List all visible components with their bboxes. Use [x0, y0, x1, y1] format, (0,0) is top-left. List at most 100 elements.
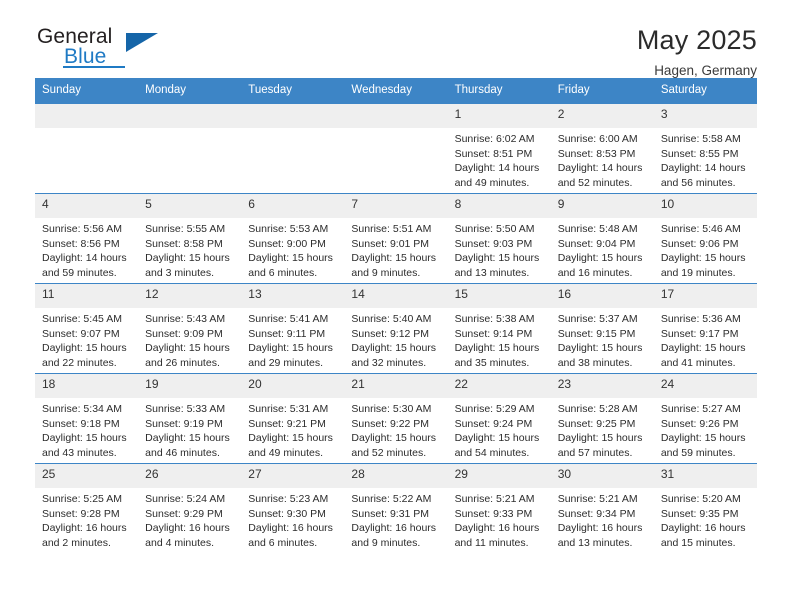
daylight-line-2: and 54 minutes.: [454, 446, 530, 459]
calendar-day-cell[interactable]: [35, 103, 139, 194]
calendar-day-cell[interactable]: [138, 103, 242, 194]
sunset-time: Sunset: 9:14 PM: [454, 327, 533, 340]
daylight-line-1: Daylight: 15 hours: [145, 432, 230, 445]
daylight-line-2: and 26 minutes.: [145, 356, 220, 369]
daylight-line-2: and 9 minutes.: [351, 536, 421, 549]
sunset-time: Sunset: 9:34 PM: [557, 507, 636, 520]
day-cell-content: 23 Sunrise: 5:28 AM Sunset: 9:25 PM Dayligh…: [550, 374, 654, 463]
calendar-day-cell[interactable]: 23 Sunrise: 5:28 AM Sunset: 9:25 PM Dayligh…: [550, 373, 654, 464]
sunset-time: Sunset: 9:29 PM: [145, 507, 223, 520]
day-details: Sunrise: 5:21 AM Sunset: 9:33 PM Daylight:…: [448, 488, 551, 550]
calendar-day-cell[interactable]: 27 Sunrise: 5:23 AM Sunset: 9:30 PM Dayligh…: [241, 463, 345, 553]
calendar-day-cell[interactable]: 18 Sunrise: 5:34 AM Sunset: 9:18 PM Dayligh…: [35, 373, 139, 464]
sunrise-time: Sunrise: 6:02 AM: [454, 133, 535, 145]
day-cell-content: 27 Sunrise: 5:23 AM Sunset: 9:30 PM Dayligh…: [241, 464, 345, 553]
calendar-day-cell[interactable]: 22 Sunrise: 5:29 AM Sunset: 9:24 PM Dayligh…: [447, 373, 551, 464]
calendar-day-cell[interactable]: 17 Sunrise: 5:36 AM Sunset: 9:17 PM Dayligh…: [653, 283, 757, 374]
day-details: Sunrise: 5:37 AM Sunset: 9:15 PM Daylight:…: [551, 308, 654, 370]
daylight-line-1: Daylight: 15 hours: [145, 252, 230, 265]
day-details: Sunrise: 5:53 AM Sunset: 9:00 PM Daylight:…: [241, 218, 344, 280]
day-number: 22: [447, 374, 551, 398]
calendar-day-cell[interactable]: 12 Sunrise: 5:43 AM Sunset: 9:09 PM Dayligh…: [138, 283, 242, 374]
calendar-day-cell[interactable]: 11 Sunrise: 5:45 AM Sunset: 9:07 PM Dayligh…: [35, 283, 139, 374]
page-title: May 2025: [636, 25, 757, 55]
sunrise-time: Sunrise: 5:41 AM: [248, 313, 329, 325]
calendar-day-cell[interactable]: 10 Sunrise: 5:46 AM Sunset: 9:06 PM Dayligh…: [653, 193, 757, 284]
calendar-day-cell[interactable]: 6 Sunrise: 5:53 AM Sunset: 9:00 PM Daylight…: [241, 193, 345, 284]
sunset-time: Sunset: 9:17 PM: [660, 327, 739, 340]
calendar-day-cell[interactable]: 4 Sunrise: 5:56 AM Sunset: 8:56 PM Daylight…: [35, 193, 139, 284]
sunrise-time: Sunrise: 5:29 AM: [454, 403, 535, 415]
daylight-line-1: Daylight: 14 hours: [454, 162, 540, 175]
calendar-day-cell[interactable]: 26 Sunrise: 5:24 AM Sunset: 9:29 PM Dayligh…: [138, 463, 242, 553]
calendar-day-cell[interactable]: 21 Sunrise: 5:30 AM Sunset: 9:22 PM Dayligh…: [344, 373, 448, 464]
calendar-day-cell[interactable]: [241, 103, 345, 194]
day-cell-content: 12 Sunrise: 5:43 AM Sunset: 9:09 PM Dayligh…: [138, 284, 242, 373]
weekday-header-thursday: Thursday: [447, 78, 551, 104]
calendar-day-cell[interactable]: 7 Sunrise: 5:51 AM Sunset: 9:01 PM Daylight…: [344, 193, 448, 284]
triangle-icon: [126, 33, 158, 52]
calendar-day-cell[interactable]: 24 Sunrise: 5:27 AM Sunset: 9:26 PM Dayligh…: [653, 373, 757, 464]
daylight-line-1: Daylight: 16 hours: [454, 522, 540, 535]
daylight-line-1: Daylight: 15 hours: [660, 252, 746, 265]
sunset-time: Sunset: 9:22 PM: [351, 417, 430, 430]
calendar-day-cell[interactable]: 14 Sunrise: 5:40 AM Sunset: 9:12 PM Dayligh…: [344, 283, 448, 374]
sunset-time: Sunset: 9:12 PM: [351, 327, 430, 340]
day-cell-content: 29 Sunrise: 5:21 AM Sunset: 9:33 PM Dayligh…: [447, 464, 551, 553]
daylight-line-1: Daylight: 15 hours: [557, 432, 643, 445]
calendar-day-cell[interactable]: 8 Sunrise: 5:50 AM Sunset: 9:03 PM Daylight…: [447, 193, 551, 284]
daylight-line-2: and 52 minutes.: [351, 446, 427, 459]
sunset-time: Sunset: 9:21 PM: [248, 417, 326, 430]
daylight-line-1: Daylight: 14 hours: [42, 252, 127, 265]
calendar-day-cell[interactable]: 16 Sunrise: 5:37 AM Sunset: 9:15 PM Dayligh…: [550, 283, 654, 374]
calendar-day-cell[interactable]: 1 Sunrise: 6:02 AM Sunset: 8:51 PM Daylight…: [447, 103, 551, 194]
daylight-line-1: Daylight: 16 hours: [145, 522, 230, 535]
daylight-line-2: and 38 minutes.: [557, 356, 633, 369]
calendar-day-cell[interactable]: 13 Sunrise: 5:41 AM Sunset: 9:11 PM Dayligh…: [241, 283, 345, 374]
day-number: 7: [344, 194, 448, 218]
sunset-time: Sunset: 9:00 PM: [248, 237, 326, 250]
daylight-line-1: Daylight: 16 hours: [351, 522, 437, 535]
calendar-day-cell[interactable]: 5 Sunrise: 5:55 AM Sunset: 8:58 PM Daylight…: [138, 193, 242, 284]
daylight-line-1: Daylight: 15 hours: [248, 252, 333, 265]
calendar-day-cell[interactable]: [344, 103, 448, 194]
calendar-day-cell[interactable]: 31 Sunrise: 5:20 AM Sunset: 9:35 PM Dayligh…: [653, 463, 757, 553]
calendar-day-cell[interactable]: 28 Sunrise: 5:22 AM Sunset: 9:31 PM Dayligh…: [344, 463, 448, 553]
sunrise-time: Sunrise: 5:58 AM: [660, 133, 741, 145]
day-number: 13: [241, 284, 345, 308]
day-cell-content: 8 Sunrise: 5:50 AM Sunset: 9:03 PM Daylight…: [447, 194, 551, 283]
daylight-line-1: Daylight: 15 hours: [557, 342, 643, 355]
calendar-day-cell[interactable]: 29 Sunrise: 5:21 AM Sunset: 9:33 PM Dayligh…: [447, 463, 551, 553]
calendar-day-cell[interactable]: 25 Sunrise: 5:25 AM Sunset: 9:28 PM Dayligh…: [35, 463, 139, 553]
sunrise-time: Sunrise: 5:21 AM: [557, 493, 638, 505]
daylight-line-2: and 57 minutes.: [557, 446, 633, 459]
daylight-line-2: and 46 minutes.: [145, 446, 220, 459]
day-number: 3: [653, 104, 757, 128]
daylight-line-2: and 6 minutes.: [248, 266, 318, 279]
day-details: Sunrise: 5:50 AM Sunset: 9:03 PM Daylight:…: [448, 218, 551, 280]
day-number: 20: [241, 374, 345, 398]
calendar-day-cell[interactable]: 19 Sunrise: 5:33 AM Sunset: 9:19 PM Dayligh…: [138, 373, 242, 464]
day-cell-content: 15 Sunrise: 5:38 AM Sunset: 9:14 PM Dayligh…: [447, 284, 551, 373]
day-number: 11: [35, 284, 139, 308]
brand-logo[interactable]: General Blue: [35, 26, 165, 74]
day-cell-content: 5 Sunrise: 5:55 AM Sunset: 8:58 PM Daylight…: [138, 194, 242, 283]
daylight-line-2: and 41 minutes.: [660, 356, 736, 369]
calendar-day-cell[interactable]: 30 Sunrise: 5:21 AM Sunset: 9:34 PM Dayligh…: [550, 463, 654, 553]
daylight-line-2: and 4 minutes.: [145, 536, 215, 549]
sunrise-time: Sunrise: 5:24 AM: [145, 493, 226, 505]
calendar-day-cell[interactable]: 15 Sunrise: 5:38 AM Sunset: 9:14 PM Dayligh…: [447, 283, 551, 374]
day-number: 30: [550, 464, 654, 488]
sunset-time: Sunset: 9:19 PM: [145, 417, 223, 430]
sunset-time: Sunset: 8:51 PM: [454, 147, 533, 160]
weekday-header-saturday: Saturday: [653, 78, 757, 104]
day-cell-content: [241, 104, 345, 193]
calendar-day-cell[interactable]: 2 Sunrise: 6:00 AM Sunset: 8:53 PM Daylight…: [550, 103, 654, 194]
calendar-week-row: 25 Sunrise: 5:25 AM Sunset: 9:28 PM Dayligh…: [35, 463, 757, 553]
calendar-page: General Blue May 2025 Hagen, Germany Sun…: [0, 0, 792, 612]
day-details: Sunrise: 5:30 AM Sunset: 9:22 PM Daylight:…: [344, 398, 447, 460]
sunset-time: Sunset: 9:25 PM: [557, 417, 636, 430]
calendar-day-cell[interactable]: 9 Sunrise: 5:48 AM Sunset: 9:04 PM Daylight…: [550, 193, 654, 284]
calendar-day-cell[interactable]: 3 Sunrise: 5:58 AM Sunset: 8:55 PM Daylight…: [653, 103, 757, 194]
calendar-day-cell[interactable]: 20 Sunrise: 5:31 AM Sunset: 9:21 PM Dayligh…: [241, 373, 345, 464]
